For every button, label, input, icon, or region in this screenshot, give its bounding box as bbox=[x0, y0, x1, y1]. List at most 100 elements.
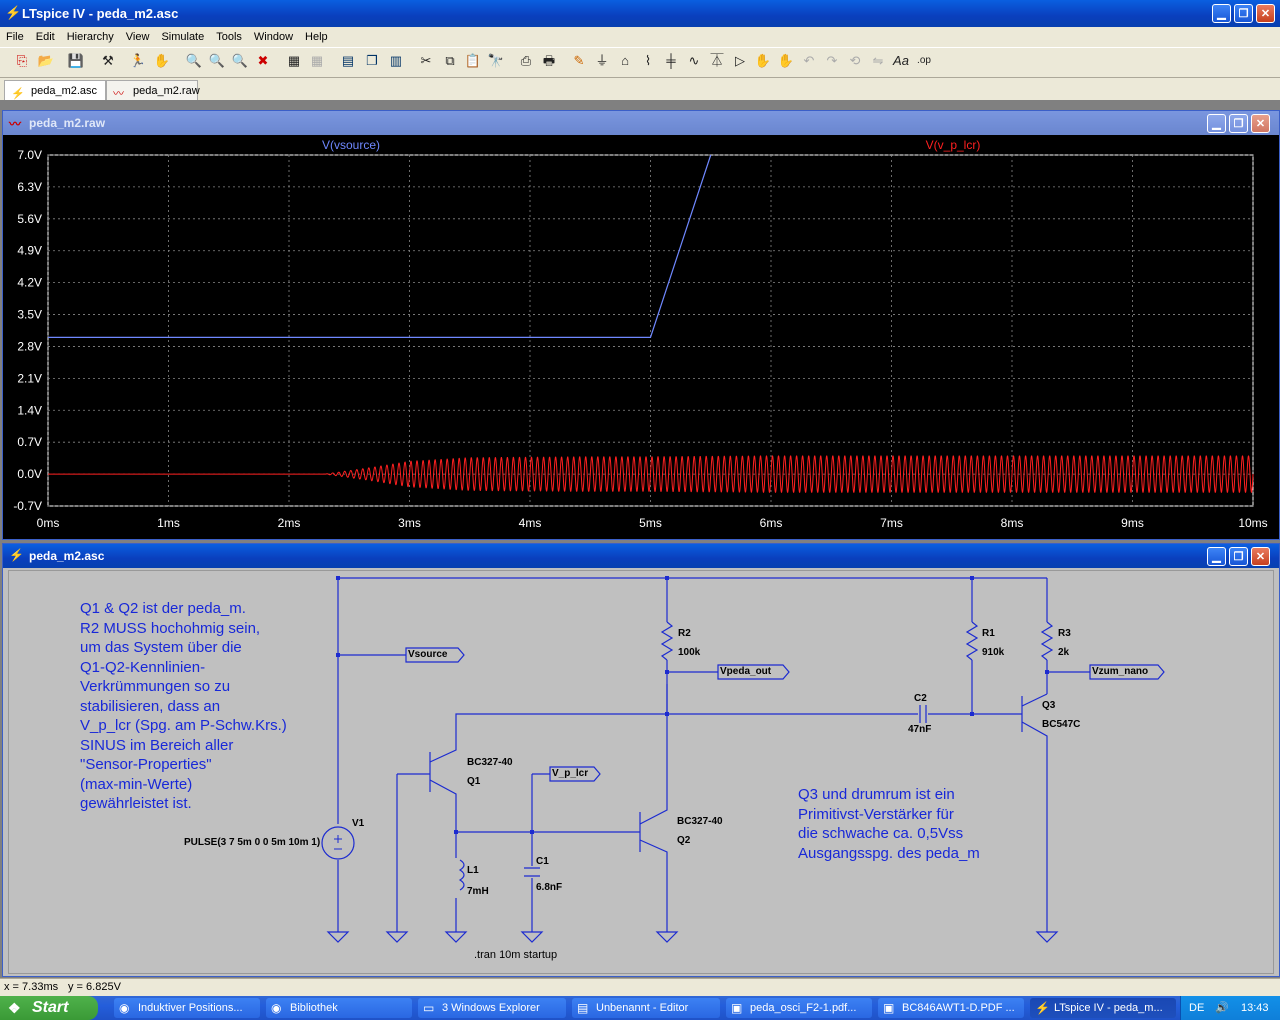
l1-value[interactable]: 7mH bbox=[467, 886, 489, 897]
taskbar-item-ltspice[interactable]: ⚡ LTspice IV - peda_m... bbox=[1030, 998, 1176, 1018]
new-schematic-icon[interactable]: ⎘ bbox=[12, 50, 32, 72]
start-button[interactable]: ❖ Start bbox=[0, 996, 98, 1020]
y-tick-label: 6.3V bbox=[17, 180, 42, 194]
c2-value[interactable]: 47nF bbox=[908, 724, 931, 735]
rotate-icon[interactable]: ⟲ bbox=[845, 50, 865, 72]
q2-type[interactable]: BC327-40 bbox=[677, 816, 723, 827]
cascade-icon[interactable]: ❐ bbox=[362, 50, 382, 72]
menu-help[interactable]: Help bbox=[299, 27, 334, 47]
menu-edit[interactable]: Edit bbox=[30, 27, 61, 47]
c1-label[interactable]: C1 bbox=[536, 856, 549, 867]
c2-label[interactable]: C2 bbox=[914, 693, 927, 704]
v1-label[interactable]: V1 bbox=[352, 818, 364, 829]
undo-icon[interactable]: ↶ bbox=[799, 50, 819, 72]
run-icon[interactable]: 🏃 bbox=[128, 50, 148, 72]
autorange-icon[interactable]: ▦ bbox=[284, 50, 304, 72]
net-vzum-nano[interactable]: Vzum_nano bbox=[1092, 666, 1148, 677]
net-v-p-lcr[interactable]: V_p_lcr bbox=[552, 768, 588, 779]
control-panel-icon[interactable]: ⚒ bbox=[98, 50, 118, 72]
mirror-icon[interactable]: ⇋ bbox=[868, 50, 888, 72]
text-icon[interactable]: Aa bbox=[891, 50, 911, 72]
halt-icon[interactable]: ✋ bbox=[152, 50, 172, 72]
r1-label[interactable]: R1 bbox=[982, 628, 995, 639]
close-button[interactable]: ✕ bbox=[1256, 4, 1275, 23]
r3-label[interactable]: R3 bbox=[1058, 628, 1071, 639]
tile-horizontal-icon[interactable]: ▤ bbox=[338, 50, 358, 72]
pan-icon[interactable]: 🔍 bbox=[207, 50, 227, 72]
ltspice-icon: ⚡ bbox=[1035, 1001, 1050, 1015]
label-net-icon[interactable]: ⌂ bbox=[615, 50, 635, 72]
zoom-out-icon[interactable]: 🔍 bbox=[230, 50, 250, 72]
net-vsource[interactable]: Vsource bbox=[408, 649, 447, 660]
speaker-icon[interactable]: 🔊 bbox=[1215, 996, 1229, 1020]
taskbar-item-bibliothek[interactable]: ◉ Bibliothek bbox=[266, 998, 412, 1018]
zoom-in-icon[interactable]: 🔍 bbox=[184, 50, 204, 72]
component-icon[interactable]: ▷ bbox=[730, 50, 750, 72]
q2-label[interactable]: Q2 bbox=[677, 835, 690, 846]
schematic-minimize-button[interactable]: ▁ bbox=[1207, 547, 1226, 566]
print-icon[interactable]: 🖶 bbox=[539, 50, 559, 72]
menu-simulate[interactable]: Simulate bbox=[155, 27, 210, 47]
r1-value[interactable]: 910k bbox=[982, 647, 1004, 658]
y-tick-label: 4.2V bbox=[17, 276, 42, 290]
v1-value[interactable]: PULSE(3 7 5m 0 0 5m 10m 1) bbox=[184, 837, 320, 848]
save-icon[interactable]: 💾 bbox=[66, 50, 86, 72]
spice-directive[interactable]: .tran 10m startup bbox=[474, 949, 557, 961]
schematic-maximize-button[interactable]: ❐ bbox=[1229, 547, 1248, 566]
find-icon[interactable]: 🔭 bbox=[486, 50, 506, 72]
windows-logo-icon: ❖ bbox=[8, 1000, 21, 1016]
maximize-button[interactable]: ❐ bbox=[1234, 4, 1253, 23]
waveform-plot[interactable]: 7.0V 6.3V 5.6V 4.9V 4.2V 3.5V 2.8V 2.1V 1.4V 0.7V… bbox=[3, 135, 1277, 535]
schematic-close-button[interactable]: ✕ bbox=[1251, 547, 1270, 566]
redo-icon[interactable]: ↷ bbox=[822, 50, 842, 72]
net-vpeda-out[interactable]: Vpeda_out bbox=[720, 666, 771, 677]
taskbar-item-pdf-osci[interactable]: ▣ peda_osci_F2-1.pdf... bbox=[726, 998, 872, 1018]
menu-hierarchy[interactable]: Hierarchy bbox=[61, 27, 120, 47]
taskbar-item-induktiver[interactable]: ◉ Induktiver Positions... bbox=[114, 998, 260, 1018]
waveform-maximize-button[interactable]: ❐ bbox=[1229, 114, 1248, 133]
q1-label[interactable]: Q1 bbox=[467, 776, 480, 787]
clock[interactable]: 13:43 bbox=[1241, 996, 1269, 1020]
fft-icon[interactable]: ▦ bbox=[307, 50, 327, 72]
zoom-cancel-icon[interactable]: ✖ bbox=[253, 50, 273, 72]
resistor-icon[interactable]: ⌇ bbox=[638, 50, 658, 72]
r2-value[interactable]: 100k bbox=[678, 647, 700, 658]
menu-view[interactable]: View bbox=[120, 27, 156, 47]
q3-label[interactable]: Q3 bbox=[1042, 700, 1055, 711]
print-setup-icon[interactable]: ⎙ bbox=[516, 50, 536, 72]
y-tick-label: 2.1V bbox=[17, 371, 42, 385]
r3-value[interactable]: 2k bbox=[1058, 647, 1069, 658]
l1-label[interactable]: L1 bbox=[467, 865, 479, 876]
paste-icon[interactable]: 📋 bbox=[463, 50, 483, 72]
q3-type[interactable]: BC547C bbox=[1042, 719, 1080, 730]
c1-value[interactable]: 6.8nF bbox=[536, 882, 562, 893]
tab-peda-m2-asc[interactable]: ⚡ peda_m2.asc bbox=[4, 80, 106, 100]
spice-directive-icon[interactable]: .op bbox=[914, 50, 934, 72]
copy-icon[interactable]: ⧉ bbox=[440, 50, 460, 72]
menu-window[interactable]: Window bbox=[248, 27, 299, 47]
cut-icon[interactable]: ✂ bbox=[416, 50, 436, 72]
inductor-icon[interactable]: ∿ bbox=[684, 50, 704, 72]
move-icon[interactable]: ✋ bbox=[753, 50, 773, 72]
taskbar-item-explorer[interactable]: ▭ 3 Windows Explorer bbox=[418, 998, 566, 1018]
menu-file[interactable]: File bbox=[0, 27, 30, 47]
open-icon[interactable]: 📂 bbox=[36, 50, 56, 72]
ground-icon[interactable]: ⏚ bbox=[592, 50, 612, 72]
drag-icon[interactable]: ✋ bbox=[776, 50, 796, 72]
waveform-minimize-button[interactable]: ▁ bbox=[1207, 114, 1226, 133]
q1-type[interactable]: BC327-40 bbox=[467, 757, 513, 768]
tile-vertical-icon[interactable]: ▥ bbox=[386, 50, 406, 72]
waveform-chart[interactable]: 7.0V 6.3V 5.6V 4.9V 4.2V 3.5V 2.8V 2.1V 1.4V 0.7V… bbox=[3, 135, 1277, 535]
minimize-button[interactable]: ▁ bbox=[1212, 4, 1231, 23]
x-tick-label: 8ms bbox=[1001, 516, 1024, 530]
draw-wire-icon[interactable]: ✎ bbox=[569, 50, 589, 72]
language-indicator[interactable]: DE bbox=[1189, 996, 1204, 1020]
waveform-close-button[interactable]: ✕ bbox=[1251, 114, 1270, 133]
taskbar-item-editor[interactable]: ▤ Unbenannt - Editor bbox=[572, 998, 720, 1018]
r2-label[interactable]: R2 bbox=[678, 628, 691, 639]
capacitor-icon[interactable]: ╪ bbox=[661, 50, 681, 72]
diode-icon[interactable]: ⏄ bbox=[707, 50, 727, 72]
taskbar-item-pdf-bc846[interactable]: ▣ BC846AWT1-D.PDF ... bbox=[878, 998, 1024, 1018]
tab-peda-m2-raw[interactable]: 〰 peda_m2.raw bbox=[106, 80, 200, 100]
menu-tools[interactable]: Tools bbox=[210, 27, 248, 47]
